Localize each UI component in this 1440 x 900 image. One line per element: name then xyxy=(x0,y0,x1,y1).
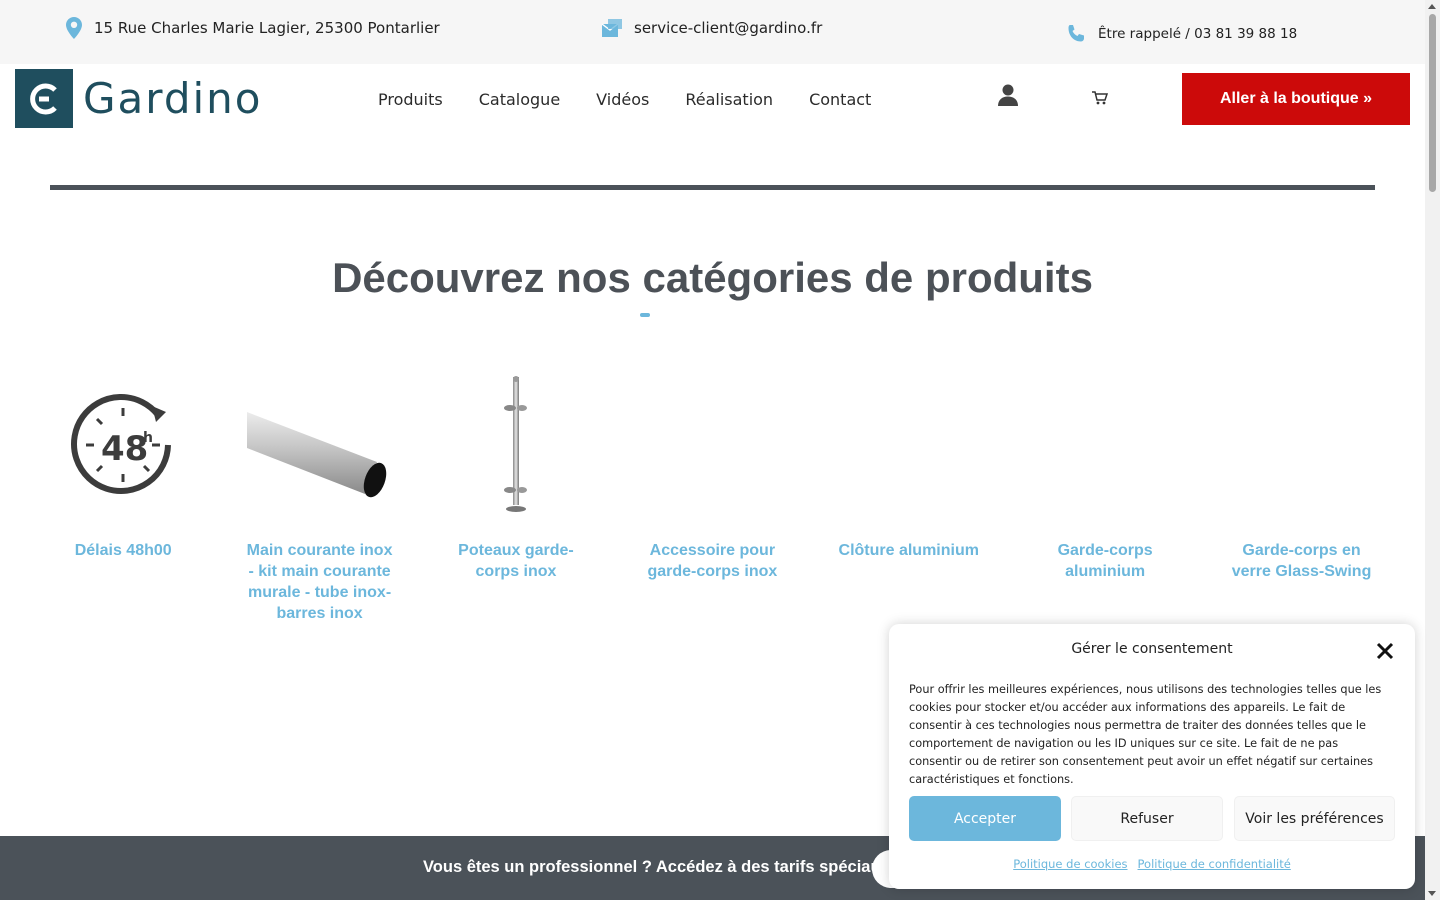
category-item[interactable]: Clôture aluminium xyxy=(811,370,1007,624)
privacy-policy-link[interactable]: Politique de confidentialité xyxy=(1138,857,1291,871)
consent-title: Gérer le consentement xyxy=(1071,641,1233,657)
pro-banner-text: Vous êtes un professionnel ? Accédez à d… xyxy=(423,858,900,876)
phone-text[interactable]: Être rappelé / 03 81 39 88 18 xyxy=(1098,26,1297,42)
email-item[interactable]: service-client@gardino.fr xyxy=(602,0,822,56)
address-text: 15 Rue Charles Marie Lagier, 25300 Ponta… xyxy=(94,19,440,37)
category-item[interactable]: Accessoire pour garde-corps inox xyxy=(614,370,810,624)
phone-icon xyxy=(1068,25,1084,42)
close-icon[interactable] xyxy=(1376,642,1394,660)
category-list: 48 h Délais 48h00 Main courante inox - k… xyxy=(25,370,1400,624)
category-label[interactable]: Garde-corps aluminium xyxy=(1030,540,1180,582)
category-label[interactable]: Garde-corps en verre Glass-Swing xyxy=(1227,540,1377,582)
nav-videos[interactable]: Vidéos xyxy=(596,90,649,109)
category-image-placeholder[interactable] xyxy=(1030,370,1180,520)
category-label[interactable]: Délais 48h00 xyxy=(48,540,198,561)
category-item[interactable]: 48 h Délais 48h00 xyxy=(25,370,221,624)
logo-text: Gardino xyxy=(83,74,263,123)
phone-item[interactable]: Être rappelé / 03 81 39 88 18 xyxy=(1066,6,1297,62)
steel-post-image[interactable] xyxy=(441,370,591,520)
nav-contact[interactable]: Contact xyxy=(809,90,871,109)
cart-icon[interactable] xyxy=(1092,91,1108,105)
scroll-thumb[interactable] xyxy=(1429,14,1436,192)
section-divider xyxy=(50,185,1375,190)
user-account-icon[interactable] xyxy=(998,84,1018,106)
map-pin-icon xyxy=(66,17,82,39)
category-image-placeholder[interactable] xyxy=(1227,370,1377,520)
svg-text:h: h xyxy=(143,430,153,446)
category-item[interactable]: Garde-corps en verre Glass-Swing xyxy=(1203,370,1399,624)
consent-body-text: Pour offrir les meilleures expériences, … xyxy=(909,683,1382,786)
nav-catalogue[interactable]: Catalogue xyxy=(479,90,560,109)
logo[interactable]: Gardino xyxy=(15,69,262,128)
category-label[interactable]: Clôture aluminium xyxy=(834,540,984,561)
category-item[interactable]: Garde-corps aluminium xyxy=(1007,370,1203,624)
nav-produits[interactable]: Produits xyxy=(378,90,443,109)
scroll-down-arrow-icon[interactable] xyxy=(1428,891,1436,896)
email-link[interactable]: service-client@gardino.fr xyxy=(634,19,822,37)
category-item[interactable]: Poteaux garde-corps inox xyxy=(418,370,614,624)
category-image-placeholder[interactable] xyxy=(834,370,984,520)
page-scrollbar[interactable] xyxy=(1425,0,1440,900)
loading-indicator xyxy=(640,313,650,317)
main-nav: Produits Catalogue Vidéos Réalisation Co… xyxy=(378,64,871,134)
category-label[interactable]: Poteaux garde-corps inox xyxy=(441,540,591,582)
scroll-up-arrow-icon[interactable] xyxy=(1428,4,1436,9)
top-info-bar: 15 Rue Charles Marie Lagier, 25300 Ponta… xyxy=(0,0,1425,64)
consent-links: Politique de cookies Politique de confid… xyxy=(889,857,1415,871)
clock-48h-icon[interactable]: 48 h xyxy=(48,370,198,520)
accept-button[interactable]: Accepter xyxy=(909,796,1061,841)
steel-tube-image[interactable] xyxy=(245,370,395,520)
cookie-policy-link[interactable]: Politique de cookies xyxy=(1013,857,1127,871)
refuse-button[interactable]: Refuser xyxy=(1071,796,1223,841)
page-title: Découvrez nos catégories de produits xyxy=(332,254,1093,301)
category-label[interactable]: Accessoire pour garde-corps inox xyxy=(637,540,787,582)
category-image-placeholder[interactable] xyxy=(637,370,787,520)
mail-icon xyxy=(602,19,622,37)
category-label[interactable]: Main courante inox - kit main courante m… xyxy=(245,540,395,624)
category-item[interactable]: Main courante inox - kit main courante m… xyxy=(221,370,417,624)
shop-button[interactable]: Aller à la boutique » xyxy=(1182,73,1410,125)
nav-realisation[interactable]: Réalisation xyxy=(685,90,773,109)
consent-dialog: Gérer le consentement Pour offrir les me… xyxy=(889,624,1415,889)
preferences-button[interactable]: Voir les préférences xyxy=(1234,796,1395,841)
address-item: 15 Rue Charles Marie Lagier, 25300 Ponta… xyxy=(66,0,440,56)
logo-mark-icon xyxy=(15,69,73,128)
svg-text:48: 48 xyxy=(101,429,148,469)
main-header: Gardino Produits Catalogue Vidéos Réalis… xyxy=(0,64,1425,136)
